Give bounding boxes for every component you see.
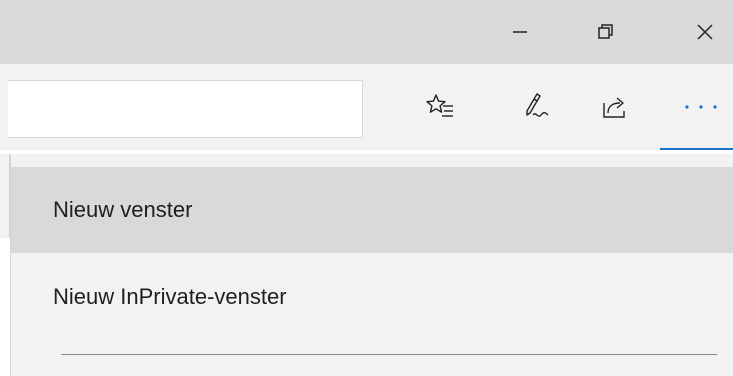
more-menu: Nieuw venster Nieuw InPrivate-venster (10, 154, 733, 376)
close-icon (697, 24, 713, 40)
menu-item-label: Nieuw venster (53, 197, 193, 222)
browser-toolbar (0, 64, 733, 154)
share-icon (603, 97, 625, 118)
menu-item-label: Nieuw InPrivate-venster (53, 284, 287, 309)
favorites-button[interactable] (415, 82, 465, 132)
menu-divider (61, 354, 717, 355)
minimize-icon (513, 31, 527, 33)
menu-item-new-inprivate-window[interactable]: Nieuw InPrivate-venster (11, 254, 733, 340)
more-icon (684, 105, 717, 109)
restore-icon (598, 24, 613, 39)
minimize-button[interactable] (492, 0, 548, 64)
favorites-icon (426, 94, 453, 117)
title-bar (0, 0, 733, 64)
web-notes-button[interactable] (512, 82, 562, 132)
close-button[interactable] (677, 0, 733, 64)
restore-button[interactable] (578, 0, 634, 64)
page-panel-edge (0, 154, 10, 238)
web-notes-icon (526, 93, 549, 117)
share-button[interactable] (590, 82, 640, 132)
more-actions-button[interactable] (668, 82, 733, 132)
address-bar[interactable] (8, 80, 363, 138)
menu-item-new-window[interactable]: Nieuw venster (11, 167, 733, 253)
